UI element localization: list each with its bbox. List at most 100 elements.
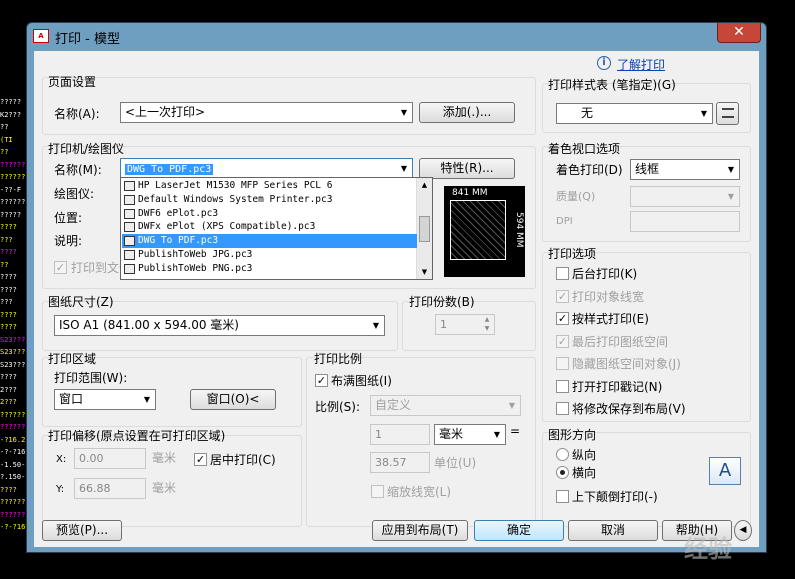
- y-offset-input[interactable]: 66.88: [74, 478, 146, 499]
- cad-bg-text: ????: [0, 485, 17, 494]
- printer-name-select[interactable]: DWG To PDF.pc3 ▼: [120, 158, 413, 179]
- close-button[interactable]: ✕: [717, 23, 761, 43]
- cad-bg-text: -?16.2: [0, 435, 26, 444]
- cad-bg-text: ????: [0, 248, 17, 256]
- landscape-radio[interactable]: [556, 466, 569, 479]
- scroll-thumb[interactable]: [419, 216, 430, 242]
- printer-name-value: DWG To PDF.pc3: [125, 164, 214, 175]
- chevron-down-icon: ▼: [700, 109, 708, 118]
- upside-down-checkbox[interactable]: [556, 490, 569, 503]
- print-to-file-checkbox[interactable]: ✓: [54, 261, 67, 274]
- shade-plot-value: 线框: [635, 162, 660, 176]
- plot-option-checkbox[interactable]: [556, 267, 569, 280]
- page-setup-name-select[interactable]: <上一次打印> ▼: [120, 102, 413, 123]
- scale-unit-value: 毫米: [439, 427, 464, 441]
- printer-option[interactable]: Default Windows System Printer.pc3: [122, 193, 417, 207]
- printer-option-label: DWF6 ePlot.pc3: [138, 207, 219, 219]
- scale-value: 自定义: [375, 398, 412, 412]
- printer-dropdown-list[interactable]: ▲ ▼ HP LaserJet M1530 MFP Series PCL 6 De…: [120, 177, 433, 280]
- plotter-label: 绘图仪:: [54, 187, 95, 201]
- scale-select[interactable]: 自定义 ▼: [370, 395, 521, 416]
- center-plot-checkbox[interactable]: ✓: [194, 453, 207, 466]
- paper-preview: 841 MM 594 MM: [444, 186, 525, 277]
- cad-bg-text: 2???: [0, 398, 17, 406]
- printer-title: 打印机/绘图仪: [48, 142, 125, 156]
- shade-plot-select[interactable]: 线框 ▼: [630, 159, 740, 180]
- dropdown-scrollbar[interactable]: ▲ ▼: [416, 178, 432, 279]
- cad-bg-text: ??????: [0, 510, 26, 519]
- scale-denominator-input[interactable]: 38.57: [370, 452, 430, 473]
- printer-option[interactable]: HP LaserJet M1530 MFP Series PCL 6: [122, 179, 417, 193]
- plot-option-checkbox[interactable]: ✓: [556, 334, 569, 348]
- cad-bg-text: (TI: [0, 135, 13, 144]
- printer-option[interactable]: DWG To PDF.pc3: [122, 234, 417, 248]
- printer-properties-button[interactable]: 特性(R)...: [419, 158, 515, 179]
- cad-bg-text: ????: [0, 373, 17, 381]
- cad-bg-text: ?????: [0, 98, 22, 106]
- ok-button[interactable]: 确定: [474, 520, 564, 541]
- plot-option-checkbox[interactable]: [556, 402, 569, 415]
- add-page-setup-button[interactable]: 添加(.)...: [419, 102, 515, 123]
- cad-bg-text: ????: [0, 323, 17, 331]
- fit-to-paper-checkbox[interactable]: ✓: [315, 374, 328, 387]
- x-offset-input[interactable]: 0.00: [74, 448, 146, 469]
- printer-icon: [124, 222, 135, 233]
- printer-option[interactable]: PublishToWeb PNG.pc3: [122, 262, 417, 276]
- chevron-down-icon: ▼: [143, 395, 151, 404]
- plot-option-checkbox[interactable]: [556, 357, 569, 370]
- plot-option-label: 后台打印(K): [572, 267, 638, 281]
- cad-bg-text: -?-?16: [0, 523, 26, 531]
- plot-option-checkbox[interactable]: ✓: [556, 289, 569, 303]
- preview-button[interactable]: 预览(P)...: [42, 520, 122, 541]
- y-offset-unit: 毫米: [152, 481, 177, 495]
- portrait-radio[interactable]: [556, 448, 569, 461]
- plot-option-label: 打印对象线宽: [572, 289, 645, 304]
- scale-numerator-input[interactable]: 1: [370, 424, 430, 445]
- cad-bg-text: ????: [0, 273, 17, 281]
- learn-print-link[interactable]: 了解打印: [617, 56, 665, 73]
- scale-unit-select[interactable]: 毫米 ▼: [434, 424, 506, 445]
- apply-to-layout-button[interactable]: 应用到布局(T): [372, 520, 468, 541]
- chevron-down-icon: ▼: [493, 430, 501, 439]
- printer-option[interactable]: DWF6 ePlot.pc3: [122, 207, 417, 221]
- quality-label: 质量(Q): [556, 190, 596, 203]
- plot-option-label: 按样式打印(E): [572, 312, 649, 326]
- shaded-viewport-title: 着色视口选项: [548, 142, 621, 156]
- dpi-input[interactable]: [630, 211, 740, 232]
- scroll-up-icon[interactable]: ▲: [417, 178, 432, 192]
- plot-option-checkbox[interactable]: ✓: [556, 312, 569, 325]
- printer-icon: [124, 236, 135, 247]
- cad-bg-text: ????: [0, 223, 17, 231]
- window-pick-button[interactable]: 窗口(O)<: [190, 389, 276, 410]
- title-bar: A 打印 - 模型 ✕: [27, 23, 766, 51]
- plot-option-label: 将修改保存到布局(V): [572, 402, 686, 416]
- paper-size-select[interactable]: ISO A1 (841.00 x 594.00 毫米) ▼: [54, 315, 385, 336]
- plot-area-title: 打印区域: [48, 352, 97, 366]
- printer-name-label: 名称(M):: [54, 163, 102, 177]
- cad-bg-text: ??: [0, 123, 9, 131]
- printer-option[interactable]: DWFx ePlot (XPS Compatible).pc3: [122, 220, 417, 234]
- plot-scale-title: 打印比例: [314, 352, 363, 366]
- printer-option[interactable]: PublishToWeb JPG.pc3: [122, 248, 417, 262]
- dpi-label: DPI: [556, 216, 573, 227]
- plot-offset-title: 打印偏移(原点设置在可打印区域): [48, 429, 226, 443]
- autocad-app-icon: A: [33, 29, 49, 43]
- scale-lineweights-label: 缩放线宽(L): [387, 485, 452, 499]
- cad-bg-text: -??-F: [0, 185, 22, 194]
- plot-style-title: 打印样式表 (笔指定)(G): [548, 78, 676, 92]
- plot-style-select[interactable]: 无 ▼: [556, 103, 713, 124]
- plot-option-checkbox[interactable]: [556, 379, 569, 393]
- quality-select[interactable]: ▼: [630, 186, 740, 207]
- edit-plot-style-button[interactable]: [716, 102, 739, 125]
- copies-stepper[interactable]: 1 ▲ ▼: [435, 314, 495, 335]
- printer-icon: [124, 263, 135, 274]
- cad-bg-text: S23???: [0, 335, 26, 344]
- scroll-down-icon[interactable]: ▼: [417, 265, 432, 279]
- orientation-title: 图形方向: [548, 428, 597, 442]
- paper-width-label: 841 MM: [452, 188, 488, 198]
- scale-lineweights-checkbox[interactable]: [371, 485, 384, 498]
- x-offset-label: X:: [56, 454, 67, 465]
- plot-range-select[interactable]: 窗口 ▼: [54, 389, 156, 410]
- cancel-button[interactable]: 取消: [568, 520, 658, 541]
- printer-icon: [124, 250, 135, 260]
